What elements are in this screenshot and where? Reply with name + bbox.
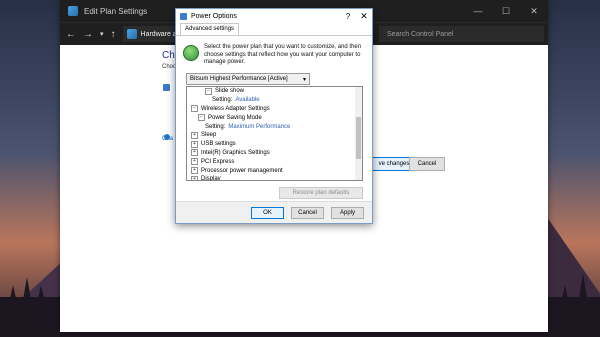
expand-icon[interactable]: +: [191, 167, 198, 175]
chevron-down-icon: ▾: [302, 76, 306, 83]
tree-row-label: Sleep: [201, 132, 217, 139]
back-arrow-icon[interactable]: ←: [66, 29, 76, 40]
control-panel-icon: [68, 6, 78, 16]
recent-locations-icon[interactable]: ▾: [100, 30, 104, 38]
tree-row-label: Setting:: [212, 97, 233, 104]
settings-tree[interactable]: − Slide show Setting: Available − Wireless Ad…: [186, 86, 363, 181]
expand-icon[interactable]: +: [191, 140, 198, 148]
tree-row[interactable]: + USB settings: [191, 140, 236, 149]
cancel-button[interactable]: Cancel: [291, 207, 324, 219]
tree-row-label: PCI Express: [201, 158, 235, 165]
tree-row-label: Intel(R) Graphics Settings: [201, 149, 270, 156]
explorer-title: Edit Plan Settings: [84, 6, 148, 16]
cancel-button[interactable]: Cancel: [409, 157, 445, 171]
apply-button[interactable]: Apply: [331, 207, 364, 219]
expand-icon[interactable]: +: [191, 158, 198, 166]
up-arrow-icon[interactable]: ↑: [111, 29, 116, 40]
power-options-dialog: Power Options ? ✕ Advanced settings Sele…: [175, 8, 373, 224]
power-plan-icon: [183, 45, 199, 61]
tree-row[interactable]: Setting: Maximum Performance: [205, 122, 290, 131]
scrollbar-thumb[interactable]: [356, 117, 361, 159]
help-button[interactable]: ?: [340, 12, 356, 21]
change-settings-link[interactable]: Cha: [162, 136, 173, 142]
maximize-button[interactable]: ☐: [492, 6, 520, 17]
tree-row-label: Setting:: [205, 123, 226, 130]
dialog-titlebar: Power Options ? ✕: [176, 9, 372, 23]
dialog-description: Select the power plan that you want to c…: [204, 44, 362, 65]
collapse-icon[interactable]: −: [198, 114, 205, 122]
expand-icon[interactable]: +: [191, 131, 198, 139]
tree-row[interactable]: + PCI Express: [191, 157, 234, 166]
restore-plan-defaults-button[interactable]: Restore plan defaults: [279, 187, 363, 199]
tab-advanced-settings[interactable]: Advanced settings: [180, 23, 240, 35]
dialog-tabbar: Advanced settings: [176, 23, 372, 36]
window-buttons: — ☐ ✕: [464, 6, 548, 17]
collapse-icon[interactable]: −: [205, 87, 212, 95]
tree-row-label: Slide show: [215, 88, 245, 95]
close-window-button[interactable]: ✕: [520, 6, 548, 17]
ok-button[interactable]: OK: [251, 207, 284, 219]
collapse-icon[interactable]: −: [191, 105, 198, 113]
control-panel-icon: [126, 29, 137, 39]
tree-scrollbar[interactable]: [355, 87, 362, 180]
tree-row[interactable]: − Wireless Adapter Settings: [191, 105, 270, 114]
minimize-button[interactable]: —: [464, 6, 492, 17]
tree-row[interactable]: − Slide show: [205, 87, 244, 96]
power-plan-selected: Bitsum Highest Performance [Active]: [190, 76, 288, 82]
dialog-close-button[interactable]: ✕: [356, 11, 372, 22]
tree-row-label: Wireless Adapter Settings: [201, 105, 270, 112]
tree-row-value[interactable]: Available: [235, 97, 259, 103]
tree-row[interactable]: + Intel(R) Graphics Settings: [191, 149, 270, 158]
power-plan-select[interactable]: Bitsum Highest Performance [Active] ▾: [186, 73, 310, 85]
search-input[interactable]: Search Control Panel: [378, 26, 544, 42]
expand-icon[interactable]: +: [191, 175, 198, 180]
battery-icon: [163, 84, 170, 91]
tree-row-label: Processor power management: [201, 167, 283, 174]
dialog-body: Select the power plan that you want to c…: [179, 36, 369, 223]
tree-row[interactable]: − Power Saving Mode: [198, 113, 262, 122]
expand-icon[interactable]: +: [191, 149, 198, 157]
tree-row-value[interactable]: Maximum Performance: [228, 124, 290, 130]
tree-row[interactable]: + Processor power management: [191, 166, 283, 175]
dialog-title: Power Options: [191, 12, 237, 20]
forward-arrow-icon[interactable]: →: [83, 29, 93, 40]
tree-row[interactable]: + Sleep: [191, 131, 216, 140]
tree-row[interactable]: Setting: Available: [212, 96, 260, 105]
tree-row[interactable]: + Display: [191, 175, 221, 181]
search-placeholder: Search Control Panel: [386, 30, 454, 38]
tree-row-label: Power Saving Mode: [208, 114, 262, 121]
tree-row-label: USB settings: [201, 141, 236, 148]
tree-row-label: Display: [201, 176, 221, 181]
power-options-icon: [180, 12, 187, 20]
dialog-footer: OK Cancel Apply: [176, 201, 372, 223]
